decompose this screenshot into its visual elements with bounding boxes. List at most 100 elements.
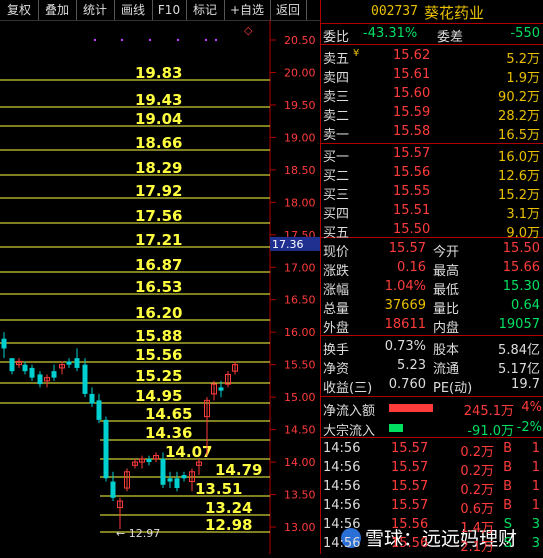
stat-value: 15.66 — [502, 260, 540, 275]
level-label: 19.04 — [135, 110, 182, 128]
tick-row: 14:56 15.57 0.2万 B 1 — [321, 478, 543, 498]
flow-bar — [389, 404, 433, 412]
ask-row: 卖五 ¥15.62 5.2万 — [321, 47, 543, 67]
tick-volume: 0.6万 — [460, 502, 494, 517]
bid-label: 买一 — [323, 150, 350, 165]
ask-volume: 5.2万 — [506, 52, 540, 67]
tick-time: 14:56 — [323, 460, 361, 475]
stat-value: 37669 — [384, 298, 426, 313]
current-price-marker-label: 17.36 — [272, 238, 304, 251]
stat-value: 19057 — [498, 317, 540, 332]
bid-label: 买五 — [323, 226, 350, 241]
stock-code: 002737 — [371, 4, 418, 19]
tick-volume: 0.2万 — [460, 464, 494, 479]
bid-label: 买四 — [323, 207, 350, 222]
stat2-value: 0.73% — [384, 339, 426, 354]
bid-price: 15.50 — [393, 222, 431, 237]
ask-price: 15.59 — [393, 105, 431, 120]
low-price-annotation: ← 12.97 — [116, 527, 160, 540]
stat-label: 最高 — [433, 264, 460, 279]
candle-body — [29, 367, 35, 378]
tick-side: B — [503, 498, 512, 513]
bid-label: 买二 — [323, 169, 350, 184]
ask-volume: 28.2万 — [498, 109, 540, 124]
price-axis-label: 16.00 — [284, 326, 316, 339]
level-label: 18.29 — [135, 159, 182, 177]
tick-row: 14:56 15.57 0.2万 B 1 — [321, 440, 543, 460]
flow-value: 245.1万 — [463, 404, 514, 419]
marker-dot — [120, 38, 124, 42]
chart-toolbar: 复权 叠加 统计 画线 F10 标记 +自选 返回 — [0, 0, 320, 21]
level-label: 17.21 — [135, 231, 182, 249]
ask-row: 卖四 15.61 1.9万 — [321, 66, 543, 86]
tick-time: 14:56 — [323, 536, 361, 551]
stat-row: 外盘 18611 内盘 19057 — [321, 316, 543, 336]
stat-value: 0.64 — [511, 298, 540, 313]
bid-volume: 12.6万 — [498, 169, 540, 184]
price-axis-label: 16.50 — [284, 294, 316, 307]
flow-value: -91.0万 — [467, 424, 514, 439]
toolbar-back-button[interactable]: 返回 — [270, 0, 307, 20]
stat-value: 0.16 — [397, 260, 426, 275]
flow-pct: 4% — [521, 400, 542, 415]
candle-body — [66, 361, 72, 365]
candle-body — [37, 374, 43, 385]
weibi-label: 委比 — [323, 30, 350, 45]
bid-volume: 15.2万 — [498, 188, 540, 203]
tick-price: 15.56 — [391, 517, 429, 532]
price-axis-label: 20.50 — [284, 34, 316, 47]
candle-body — [51, 371, 57, 378]
toolbar-overlay-button[interactable]: 叠加 — [38, 0, 77, 20]
price-axis-label: 17.00 — [284, 261, 316, 274]
kline-chart[interactable]: ◇ 20.50 20.00 19.50 19.00 18.50 18.00 17.50 17.0… — [0, 20, 320, 554]
stat-label: 最低 — [433, 283, 460, 298]
stat2-label: PE(动) — [433, 381, 473, 396]
ask-label: 卖二 — [323, 109, 350, 124]
stat-label: 今开 — [433, 245, 460, 260]
candle-body — [174, 478, 180, 489]
tick-row: 14:56 15.57 0.2万 B 1 — [321, 459, 543, 479]
stat2-row: 收益(三) 0.760 PE(动) 19.7 — [321, 376, 543, 396]
ask-price: 15.58 — [393, 124, 431, 139]
toolbar-stats-button[interactable]: 统计 — [76, 0, 115, 20]
level-label: 16.53 — [135, 278, 182, 296]
level-label: 12.98 — [205, 516, 252, 534]
stat2-label: 净资 — [323, 362, 350, 377]
bid-row: 买二 15.56 12.6万 — [321, 164, 543, 184]
level-label: 15.25 — [135, 367, 182, 385]
bid-volume: 9.0万 — [506, 226, 540, 241]
level-label: 17.92 — [135, 182, 182, 200]
weicha-label: 委差 — [437, 30, 464, 45]
level-label: 15.88 — [135, 327, 182, 345]
ask-row: 卖一 15.58 16.5万 — [321, 123, 543, 143]
bid-label: 买三 — [323, 188, 350, 203]
stat-row: 现价 15.57 今开 15.50 — [321, 240, 543, 260]
toolbar-f10-button[interactable]: F10 — [152, 0, 187, 20]
toolbar-draw-button[interactable]: 画线 — [114, 0, 153, 20]
tick-side: B — [503, 460, 512, 475]
level-label: 14.07 — [165, 443, 212, 461]
weibi-value: -43.31% — [363, 26, 418, 41]
toolbar-mark-button[interactable]: 标记 — [186, 0, 225, 20]
marker-dot — [204, 38, 208, 42]
tick-time: 14:56 — [323, 441, 361, 456]
stat-label: 外盘 — [323, 321, 350, 336]
tick-volume: 0.2万 — [460, 445, 494, 460]
ask-volume: 1.9万 — [506, 71, 540, 86]
candle-body — [146, 458, 152, 463]
flow-row: 大宗流入 -91.0万 -2% — [321, 419, 543, 439]
level-label: 19.83 — [135, 64, 182, 82]
toolbar-add-watchlist-button[interactable]: +自选 — [224, 0, 271, 20]
candle-body — [96, 400, 102, 420]
flow-row: 净流入额 245.1万 4% — [321, 399, 543, 419]
tick-price: 15.57 — [391, 498, 429, 513]
stat-row: 涨幅 1.04% 最低 15.30 — [321, 278, 543, 298]
stat-row: 总量 37669 量比 0.64 — [321, 297, 543, 317]
stat2-label: 股本 — [433, 343, 460, 358]
level-label: 13.51 — [195, 480, 242, 498]
candle-body — [181, 475, 187, 479]
stat2-row: 换手 0.73% 股本 5.84亿 — [321, 338, 543, 358]
stat-label: 总量 — [323, 302, 350, 317]
toolbar-restore-button[interactable]: 复权 — [0, 0, 39, 20]
candle-body — [160, 458, 166, 485]
